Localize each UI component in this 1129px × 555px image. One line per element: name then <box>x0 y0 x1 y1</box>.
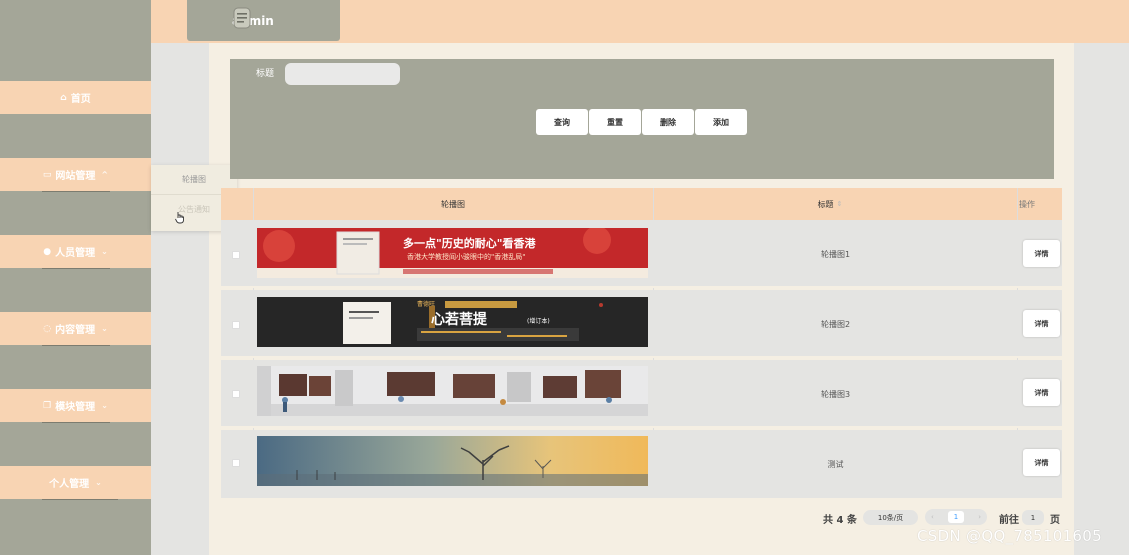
banner-image-4 <box>257 436 648 486</box>
goto-suffix: 页 <box>1050 515 1060 526</box>
svg-text:心若菩提: 心若菩提 <box>431 311 488 328</box>
title-search-input[interactable] <box>285 63 400 85</box>
banner-image-3 <box>257 366 648 416</box>
chevron-up-icon: ^ <box>101 170 109 179</box>
svg-text:多一点"历史的耐心"看香港: 多一点"历史的耐心"看香港 <box>403 236 536 250</box>
chevron-down-icon: ⌄ <box>101 324 108 333</box>
banner-image-1: 多一点"历史的耐心"看香港 香港大学教授阎小骏眼中的"香港乱局" <box>257 228 648 278</box>
goto-label: 前往 <box>999 515 1019 526</box>
chevron-down-icon: ⌄ <box>95 478 102 487</box>
sidebar-item-people[interactable]: ● 人员管理 ⌄ <box>0 235 151 269</box>
sidebar-item-site[interactable]: ▭ 网站管理 ^ <box>0 158 151 192</box>
svg-text:香港大学教授阎小骏眼中的"香港乱局": 香港大学教授阎小骏眼中的"香港乱局" <box>407 252 525 261</box>
reset-button[interactable]: 重置 <box>589 109 641 135</box>
sidebar-item-label: 首页 <box>70 94 91 105</box>
document-icon <box>233 7 251 29</box>
row-title: 轮播图2 <box>820 319 851 329</box>
column-header-image: 轮播图 <box>441 199 465 209</box>
prev-page-button[interactable]: ‹ <box>931 513 934 521</box>
pagination-total: 共 4 条 <box>823 515 857 526</box>
sidebar-item-label: 人员管理 <box>55 248 96 259</box>
page-navigator: ‹ 1 › <box>925 509 987 525</box>
row-title: 轮播图3 <box>820 389 851 399</box>
chevron-down-icon: ⌄ <box>101 401 108 410</box>
add-button[interactable]: 添加 <box>695 109 747 135</box>
detail-button[interactable]: 详情 <box>1023 310 1060 337</box>
row-title: 轮播图1 <box>820 249 851 259</box>
row-checkbox[interactable] <box>232 459 240 467</box>
sidebar-item-modules[interactable]: ❐ 模块管理 ⌄ <box>0 389 151 423</box>
row-checkbox[interactable] <box>232 390 240 398</box>
title-label: 标题 <box>256 69 275 79</box>
row-checkbox[interactable] <box>232 251 240 259</box>
query-button[interactable]: 查询 <box>536 109 588 135</box>
column-header-title[interactable]: 标题 ⇕ <box>654 188 1006 220</box>
sidebar-item-label: 内容管理 <box>55 325 96 336</box>
goto-page-input[interactable]: 1 <box>1022 510 1044 525</box>
home-icon: ⌂ <box>60 92 67 103</box>
delete-button[interactable]: 删除 <box>642 109 694 135</box>
sidebar-item-content[interactable]: ◌ 内容管理 ⌄ <box>0 312 151 346</box>
sidebar-item-label: 个人管理 <box>49 479 90 490</box>
copy-icon: ❐ <box>43 400 52 411</box>
watermark: CSDN @QQ_785101605 <box>917 527 1102 545</box>
detail-button[interactable]: 详情 <box>1023 240 1060 267</box>
user-icon: ● <box>43 246 52 257</box>
sidebar-item-home[interactable]: ⌂ 首页 <box>0 81 151 114</box>
detail-button[interactable]: 详情 <box>1023 449 1060 476</box>
next-page-button[interactable]: › <box>978 513 981 521</box>
sort-icon: ⇕ <box>836 200 843 208</box>
detail-button[interactable]: 详情 <box>1023 379 1060 406</box>
column-header-actions: 操作 <box>1019 199 1035 209</box>
banner-image-2: 曹德旺 心若菩提 (增订本) <box>257 297 648 347</box>
chevron-down-icon: ⌄ <box>101 247 108 256</box>
page-size-select[interactable]: 10条/页 <box>863 510 918 525</box>
sidebar-item-label: 模块管理 <box>55 402 96 413</box>
current-page[interactable]: 1 <box>948 511 964 523</box>
row-title: 测试 <box>827 459 844 469</box>
hand-cursor-icon <box>175 212 184 224</box>
svg-text:(增订本): (增订本) <box>527 317 550 325</box>
sidebar-item-label: 网站管理 <box>55 171 96 182</box>
user-badge[interactable]: admin <box>187 0 340 41</box>
row-checkbox[interactable] <box>232 321 240 329</box>
svg-text:曹德旺: 曹德旺 <box>417 300 435 308</box>
chat-icon: ◌ <box>43 323 52 334</box>
monitor-icon: ▭ <box>42 169 52 180</box>
column-header-title-text: 标题 <box>817 199 834 209</box>
sidebar-item-personal[interactable]: 个人管理 ⌄ <box>0 466 151 500</box>
